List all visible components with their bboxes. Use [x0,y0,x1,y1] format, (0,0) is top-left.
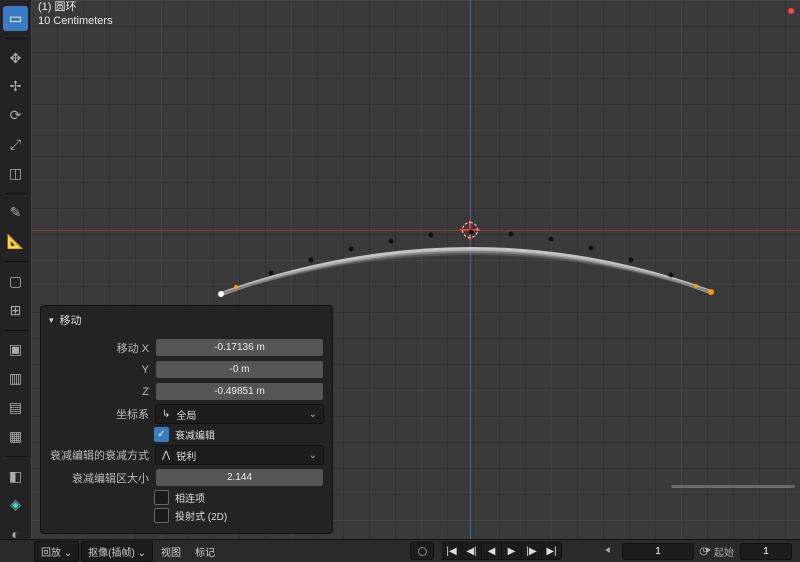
orientation-icon: ↳ [162,409,170,420]
tool-b[interactable]: ▥ [3,366,28,391]
falloff-select[interactable]: ⋀ 锐利 [155,445,324,465]
floor-strip [671,485,795,488]
playback-menu[interactable]: 回放 ⌄ [34,541,79,562]
key-prev-button[interactable]: ◀| [462,542,482,560]
start-frame-field[interactable]: 1 [740,543,792,560]
keying-menu[interactable]: 抠像(插帧) ⌄ [81,541,153,562]
auto-key-button[interactable] [410,542,434,560]
tool-f[interactable]: ◈ [3,492,28,517]
timeline-header: 回放 ⌄ 抠像(插帧) ⌄ 视图 标记 |◀ ◀| ◀ ▶ |▶ ▶| ⯇ 1 … [0,539,800,562]
prop-size-field[interactable]: 2.144 [155,468,324,487]
move-x-label: 移动 X [49,340,149,356]
projected-checkbox[interactable] [154,508,169,523]
tool-shelf: ▭ ✥ ✢ ⟳ ⤢ ◫ ✎ 📐 ▢ ⊞ ▣ ▥ ▤ ▦ ◧ ◈ ◐ [0,0,31,546]
tool-e[interactable]: ◧ [3,464,28,489]
tool-a[interactable]: ▣ [3,338,28,363]
prop-edit-checkbox[interactable]: ✓ [154,427,169,442]
jump-end-button[interactable]: ▶| [542,542,562,560]
prop-size-label: 衰减编辑区大小 [49,470,149,486]
recording-indicator-icon [788,8,794,14]
projected-label: 投射式 (2D) [175,508,227,523]
tool-c[interactable]: ▤ [3,395,28,420]
jump-start-button[interactable]: |◀ [442,542,462,560]
operator-panel: ▾ 移动 移动 X -0.17136 m Y -0 m Z -0.49851 m… [40,305,333,534]
disclosure-triangle-icon: ▾ [49,315,54,326]
frame-prev-icon[interactable]: ⯇ [600,543,616,559]
current-frame-field[interactable]: 1 [622,543,694,560]
panel-title: 移动 [60,312,82,328]
key-next-button[interactable]: |▶ [522,542,542,560]
move-y-label: Y [49,364,149,376]
select-tool[interactable]: ▭ [3,6,28,31]
marker-menu[interactable]: 标记 [189,542,221,561]
move-z-label: Z [49,386,149,398]
connected-checkbox[interactable] [154,490,169,505]
start-frame-label: 起始 [714,544,734,559]
measure-tool[interactable]: 📐 [3,229,28,254]
add-cube-tool[interactable]: ▢ [3,269,28,294]
cursor-tool[interactable]: ✥ [3,46,28,71]
panel-header[interactable]: ▾ 移动 [49,310,324,330]
move-z-field[interactable]: -0.49851 m [155,382,324,401]
cube-add-icon[interactable]: ⊞ [3,298,28,323]
move-y-field[interactable]: -0 m [155,360,324,379]
falloff-label: 衰减编辑的衰减方式 [49,447,149,463]
transform-tool[interactable]: ◫ [3,161,28,186]
move-tool[interactable]: ✢ [3,75,28,100]
object-name-label: (1) 圆环 [38,0,113,14]
tool-d[interactable]: ▦ [3,424,28,449]
orientation-label: 坐标系 [49,406,149,422]
overlay-info: (1) 圆环 10 Centimeters [38,0,113,28]
play-button[interactable]: ▶ [502,542,522,560]
orientation-select[interactable]: ↳ 全局 [155,404,324,424]
scale-tool[interactable]: ⤢ [3,132,28,157]
annotate-tool[interactable]: ✎ [3,201,28,226]
rotate-tool[interactable]: ⟳ [3,103,28,128]
move-x-field[interactable]: -0.17136 m [155,338,324,357]
prop-edit-label: 衰减编辑 [175,427,215,442]
connected-label: 相连项 [175,490,205,505]
grid-scale-label: 10 Centimeters [38,14,113,28]
clock-icon: ◷ [699,546,708,557]
falloff-icon: ⋀ [162,450,170,461]
play-reverse-button[interactable]: ◀ [482,542,502,560]
view-menu[interactable]: 视图 [155,542,187,561]
